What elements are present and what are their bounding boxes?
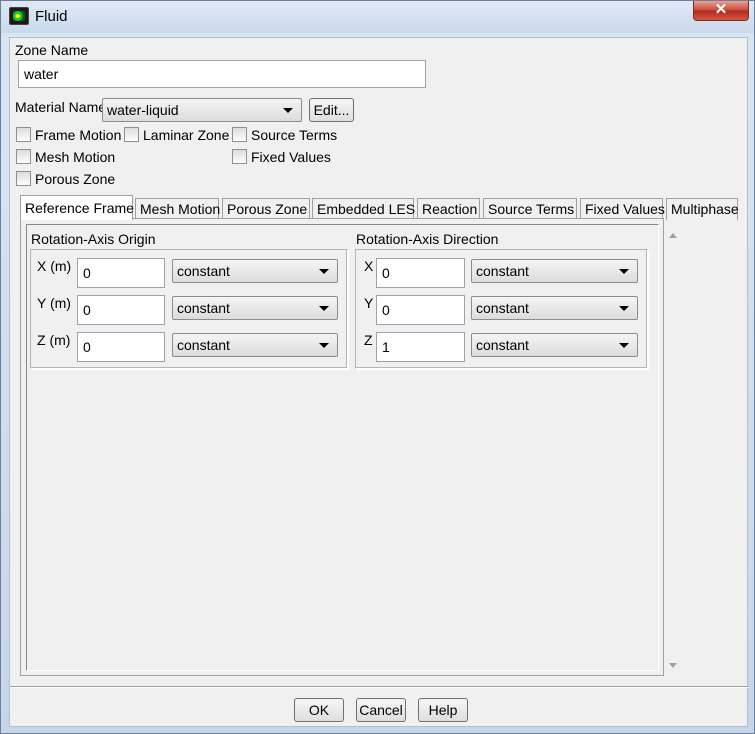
tab-reference-frame[interactable]: Reference Frame	[20, 195, 134, 220]
fluent-app-icon	[9, 7, 29, 25]
chevron-down-icon	[619, 269, 629, 274]
direction-y-method-select[interactable]: constant	[471, 296, 638, 320]
chevron-down-icon	[283, 108, 293, 113]
direction-y-method-value: constant	[476, 300, 529, 316]
direction-z-method-select[interactable]: constant	[471, 333, 638, 357]
direction-z-label: Z	[364, 332, 373, 348]
mesh-motion-checkbox[interactable]	[16, 149, 31, 164]
chevron-down-icon	[319, 343, 329, 348]
origin-x-method-value: constant	[177, 263, 230, 279]
tab-multiphase[interactable]: Multiphase	[666, 198, 739, 220]
dialog-body: Zone Name Material Name water-liquid Edi…	[9, 37, 749, 727]
direction-x-method-value: constant	[476, 263, 529, 279]
porous-zone-label: Porous Zone	[35, 171, 116, 187]
help-button[interactable]: Help	[418, 698, 468, 722]
panel-vertical-scrollbar[interactable]	[664, 228, 684, 673]
source-terms-checkbox[interactable]	[232, 127, 247, 142]
direction-z-input[interactable]	[376, 332, 465, 362]
fixed-values-label: Fixed Values	[251, 149, 331, 165]
reference-frame-panel: Rotation-Axis Origin X (m) constant Y (m…	[20, 218, 664, 676]
tab-mesh-motion[interactable]: Mesh Motion	[135, 198, 220, 220]
tab-reaction[interactable]: Reaction	[417, 198, 480, 220]
origin-y-input[interactable]	[77, 295, 165, 325]
tab-source-terms[interactable]: Source Terms	[483, 198, 577, 220]
material-select[interactable]: water-liquid	[102, 98, 302, 122]
tab-embedded-les[interactable]: Embedded LES	[312, 198, 415, 220]
panel-scroll-area: Rotation-Axis Origin X (m) constant Y (m…	[26, 224, 659, 671]
laminar-zone-checkbox[interactable]	[124, 127, 139, 142]
footer-divider	[10, 686, 749, 688]
chevron-down-icon	[319, 269, 329, 274]
origin-y-label: Y (m)	[37, 295, 71, 311]
direction-x-input[interactable]	[376, 258, 465, 288]
chevron-down-icon	[619, 306, 629, 311]
rotation-origin-group: X (m) constant Y (m) constant Z (m)	[30, 249, 348, 369]
origin-x-method-select[interactable]: constant	[172, 259, 338, 283]
frame-motion-label: Frame Motion	[35, 127, 122, 143]
direction-y-label: Y	[364, 295, 374, 311]
scroll-down-icon[interactable]	[669, 663, 677, 668]
tab-porous-zone[interactable]: Porous Zone	[222, 198, 310, 220]
chevron-down-icon	[619, 343, 629, 348]
direction-z-method-value: constant	[476, 337, 529, 353]
origin-z-method-select[interactable]: constant	[172, 333, 338, 357]
mesh-motion-label: Mesh Motion	[35, 149, 116, 165]
chevron-down-icon	[319, 306, 329, 311]
rotation-origin-title: Rotation-Axis Origin	[31, 231, 156, 247]
source-terms-label: Source Terms	[251, 127, 338, 143]
close-button[interactable]: ✕	[693, 1, 749, 21]
cancel-button[interactable]: Cancel	[356, 698, 406, 722]
material-select-value: water-liquid	[107, 102, 179, 118]
origin-y-method-value: constant	[177, 300, 230, 316]
tab-fixed-values[interactable]: Fixed Values	[580, 198, 665, 220]
close-icon: ✕	[714, 1, 728, 18]
origin-y-method-select[interactable]: constant	[172, 296, 338, 320]
edit-material-button[interactable]: Edit...	[309, 98, 354, 122]
zone-name-label: Zone Name	[15, 42, 89, 58]
frame-motion-checkbox[interactable]	[16, 127, 31, 142]
direction-y-input[interactable]	[376, 295, 465, 325]
origin-x-input[interactable]	[77, 258, 165, 288]
origin-z-input[interactable]	[77, 332, 165, 362]
scroll-up-icon[interactable]	[669, 233, 677, 238]
material-name-label: Material Name	[15, 99, 107, 115]
ok-button[interactable]: OK	[294, 698, 344, 722]
rotation-direction-group: X constant Y constant Z cons	[355, 249, 648, 369]
fixed-values-checkbox[interactable]	[232, 149, 247, 164]
direction-x-label: X	[364, 258, 374, 274]
origin-z-method-value: constant	[177, 337, 230, 353]
origin-x-label: X (m)	[37, 258, 72, 274]
zone-name-input[interactable]	[18, 60, 426, 88]
fluid-dialog-window: Fluid ✕ Zone Name Material Name water-li…	[0, 0, 755, 734]
window-title: Fluid	[35, 8, 68, 25]
porous-zone-checkbox[interactable]	[16, 171, 31, 186]
title-bar[interactable]: Fluid ✕	[1, 1, 754, 33]
direction-x-method-select[interactable]: constant	[471, 259, 638, 283]
rotation-direction-title: Rotation-Axis Direction	[356, 231, 499, 247]
laminar-zone-label: Laminar Zone	[143, 127, 230, 143]
origin-z-label: Z (m)	[37, 332, 71, 348]
